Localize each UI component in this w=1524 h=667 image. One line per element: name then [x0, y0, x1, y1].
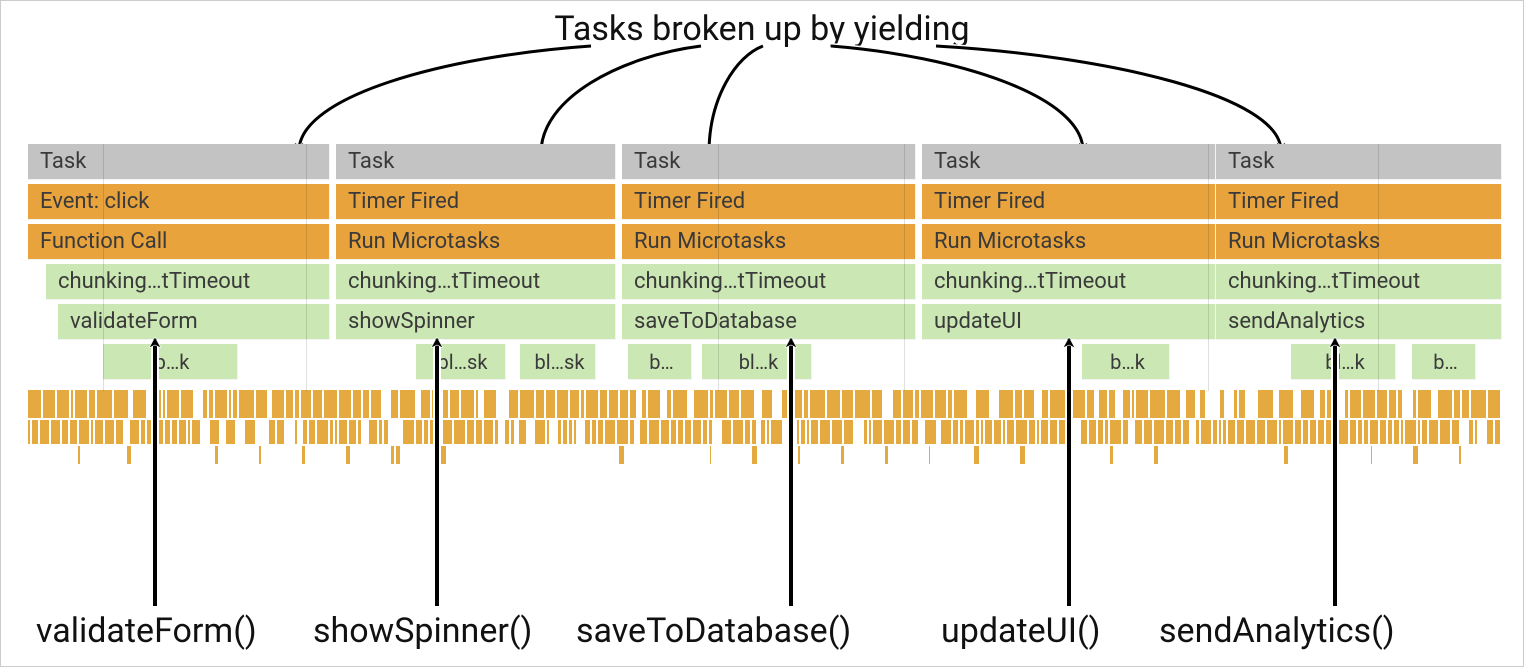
top-arrow [541, 46, 701, 153]
flame-cell: chunking…tTimeout [46, 264, 330, 300]
flame-fragment: b… [628, 344, 692, 380]
task-row: TaskTaskTaskTaskTask [28, 144, 1502, 180]
fn-caption: sendAnalytics() [1159, 611, 1395, 651]
flame-cell: Run Microtasks [922, 224, 1216, 260]
fn-row: validateFormshowSpinnersaveToDatabaseupd… [28, 304, 1502, 340]
top-arrow [709, 46, 763, 153]
flame-cell: saveToDatabase [622, 304, 916, 340]
flame-cell: Event: click [28, 184, 330, 220]
flame-cell: Timer Fired [336, 184, 616, 220]
flame-cell: sendAnalytics [1216, 304, 1502, 340]
top-arrow [936, 46, 1281, 151]
bl-row: b…kbl…skbl…skb…bl…kb…kbl…kb… [28, 344, 1502, 380]
flame-fragment: b…k [103, 344, 238, 380]
top-arrow [831, 46, 1083, 151]
flame-fragment: b… [1412, 344, 1476, 380]
gridline [718, 144, 719, 391]
flame-fragment: bl…sk [520, 344, 596, 380]
fn-caption: updateUI() [941, 611, 1100, 651]
flame-cell: chunking…tTimeout [922, 264, 1216, 300]
fn-caption: validateForm() [36, 611, 257, 651]
flame-cell: Run Microtasks [1216, 224, 1502, 260]
fn-caption: saveToDatabase() [576, 611, 851, 651]
flame-fragment: bl…k [1291, 344, 1396, 380]
flame-cell: Timer Fired [1216, 184, 1502, 220]
flame-cell: Task [336, 144, 616, 180]
flame-fragment: bl…sk [416, 344, 506, 380]
flame-cell: Task [622, 144, 916, 180]
flame-cell: showSpinner [336, 304, 616, 340]
event-row: Event: clickTimer FiredTimer FiredTimer … [28, 184, 1502, 220]
flame-cell: Task [28, 144, 330, 180]
gridline [103, 144, 104, 391]
diagram-title: Tasks broken up by yielding [554, 9, 969, 49]
chunk-row: chunking…tTimeoutchunking…tTimeoutchunki… [28, 264, 1502, 300]
top-arrow [831, 46, 1083, 151]
gridline [306, 144, 307, 391]
flame-chart: TaskTaskTaskTaskTask Event: clickTimer F… [28, 144, 1502, 391]
top-arrow [299, 46, 591, 151]
flame-cell: Function Call [28, 224, 330, 260]
fn-caption: showSpinner() [313, 611, 532, 651]
flame-cell: updateUI [922, 304, 1216, 340]
flame-cell: Run Microtasks [336, 224, 616, 260]
flame-cell: Timer Fired [922, 184, 1216, 220]
gridline [1378, 144, 1379, 391]
flame-fragment: b…k [1082, 344, 1170, 380]
flame-cell: Task [922, 144, 1216, 180]
gridline [1208, 144, 1209, 391]
flame-cell: chunking…tTimeout [1216, 264, 1502, 300]
gridline [904, 144, 905, 391]
activity-bars [28, 390, 1502, 480]
flame-cell: chunking…tTimeout [336, 264, 616, 300]
flame-cell: validateForm [58, 304, 330, 340]
flame-cell: Task [1216, 144, 1502, 180]
top-arrow [299, 46, 591, 151]
flame-cell: Run Microtasks [622, 224, 916, 260]
top-arrow [936, 46, 1281, 151]
call-row: Function CallRun MicrotasksRun Microtask… [28, 224, 1502, 260]
flame-cell: chunking…tTimeout [622, 264, 916, 300]
top-arrow [541, 46, 701, 153]
flame-cell: Timer Fired [622, 184, 916, 220]
top-arrow [709, 46, 763, 153]
